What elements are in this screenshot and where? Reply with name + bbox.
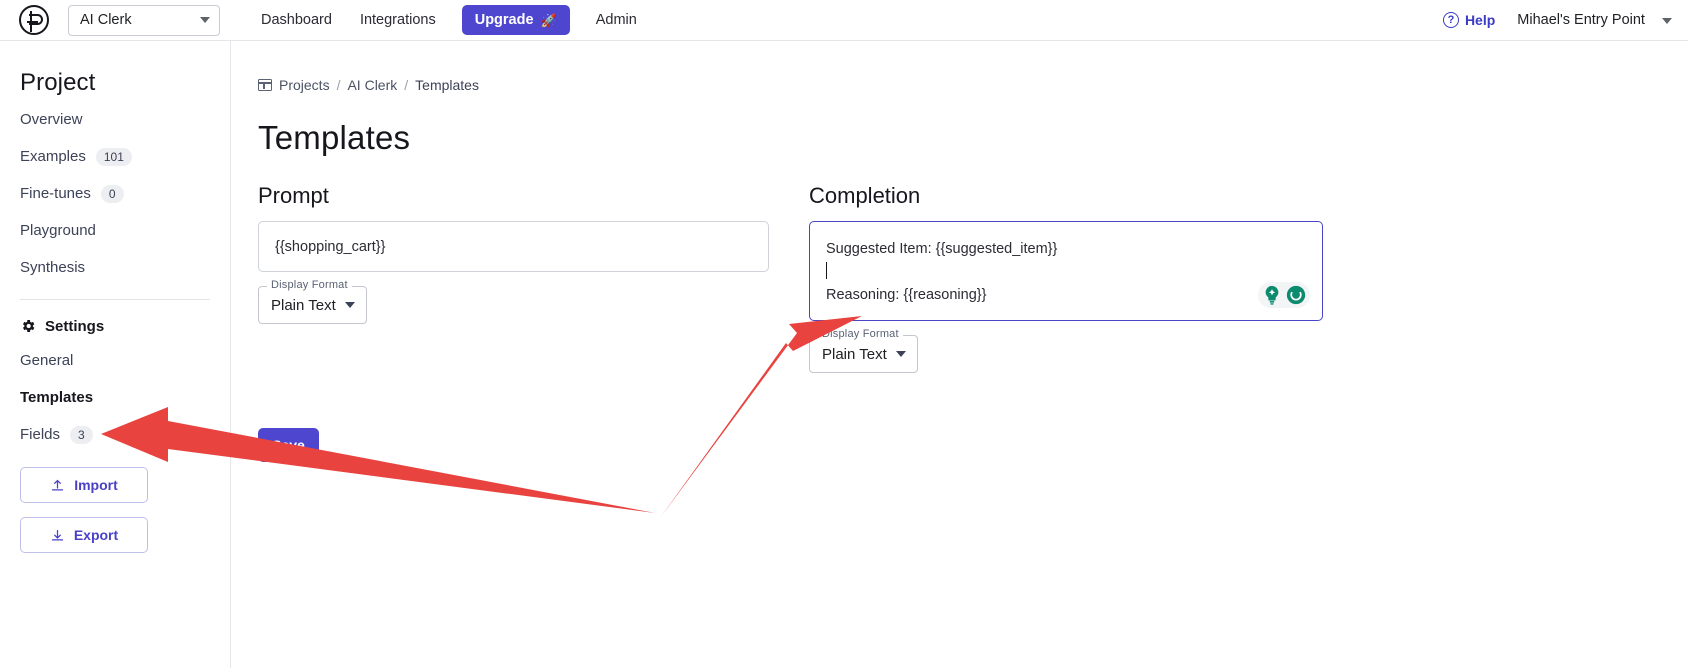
prompt-textarea[interactable]: {{shopping_cart}}	[258, 221, 769, 272]
download-icon	[51, 529, 63, 540]
sidebar-item-label: Examples	[20, 148, 86, 165]
nav-link-integrations[interactable]: Integrations	[346, 12, 450, 28]
completion-line-2	[826, 261, 1306, 284]
sidebar-item-label: General	[20, 352, 74, 369]
rocket-icon: 🚀	[540, 12, 557, 28]
sidebar-item-label: Overview	[20, 111, 83, 128]
prompt-display-format-select[interactable]: Plain Text	[258, 286, 367, 324]
completion-line-3: Reasoning: {{reasoning}}	[826, 287, 987, 303]
chevron-down-icon	[1662, 18, 1672, 24]
breadcrumb-separator: /	[404, 77, 409, 93]
sidebar-item-playground[interactable]: Playground	[20, 212, 210, 249]
sidebar-title: Project	[20, 69, 96, 96]
sidebar-item-badge: 0	[100, 184, 124, 203]
sidebar-item-label: Playground	[20, 222, 96, 239]
prompt-display-format-legend: Display Format	[267, 279, 352, 291]
sidebar-item-label: Fine-tunes	[20, 185, 91, 202]
prompt-heading: Prompt	[258, 183, 329, 208]
sidebar-item-badge: 101	[95, 147, 132, 166]
sidebar-item-fields[interactable]: Fields 3	[20, 416, 210, 453]
sidebar-item-overview[interactable]: Overview	[20, 101, 210, 138]
sidebar-item-label: Fields	[20, 426, 61, 443]
prompt-display-format: Display Format Plain Text	[258, 279, 367, 324]
completion-display-format-legend: Display Format	[818, 328, 903, 340]
nav-link-admin[interactable]: Admin	[582, 12, 651, 28]
help-button[interactable]: ? Help	[1442, 12, 1496, 28]
breadcrumb: Projects / AI Clerk / Templates	[231, 41, 1688, 93]
upgrade-button-label: Upgrade	[474, 12, 534, 28]
project-selector[interactable]: AI Clerk	[68, 4, 220, 36]
sidebar-item-general[interactable]: General	[20, 342, 210, 379]
nav-right-group: ? Help Mihael's Entry Point	[1442, 12, 1688, 28]
sidebar-divider	[20, 299, 210, 300]
completion-textarea[interactable]: Suggested Item: {{suggested_item}} Reaso…	[809, 221, 1323, 321]
grammarly-circle-icon[interactable]	[1285, 284, 1307, 306]
completion-column: Completion Suggested Item: {{suggested_i…	[809, 183, 1323, 373]
lightbulb-icon[interactable]	[1261, 284, 1283, 306]
app-logo[interactable]	[0, 5, 68, 35]
projects-icon	[258, 79, 272, 91]
export-button[interactable]: Export	[20, 517, 148, 553]
prompt-display-format-value: Plain Text	[271, 296, 336, 314]
chevron-down-icon	[344, 302, 355, 308]
project-selector-value: AI Clerk	[80, 12, 132, 28]
text-cursor	[826, 262, 827, 279]
main-content: Projects / AI Clerk / Templates Template…	[231, 41, 1688, 668]
completion-display-format-value: Plain Text	[822, 345, 887, 363]
writing-assistant-badge[interactable]	[1258, 282, 1310, 308]
account-label: Mihael's Entry Point	[1517, 12, 1645, 28]
sidebar-section-settings: Settings	[20, 310, 210, 342]
breadcrumb-item-projects[interactable]: Projects	[279, 77, 330, 93]
sidebar-item-badge: 3	[70, 425, 93, 444]
sidebar-item-synthesis[interactable]: Synthesis	[20, 249, 210, 286]
gear-icon	[23, 320, 35, 332]
completion-display-format: Display Format Plain Text	[809, 328, 918, 373]
prompt-column: Prompt {{shopping_cart}} Display Format …	[258, 183, 769, 373]
completion-heading: Completion	[809, 183, 921, 208]
top-navigation-bar: AI Clerk Dashboard Integrations Upgrade …	[0, 0, 1688, 41]
sidebar-item-label: Synthesis	[20, 259, 86, 276]
breadcrumb-item-templates: Templates	[415, 77, 479, 93]
chevron-down-icon	[200, 17, 210, 23]
import-button[interactable]: Import	[20, 467, 148, 503]
breadcrumb-item-ai-clerk[interactable]: AI Clerk	[347, 77, 397, 93]
chevron-down-icon	[895, 351, 906, 357]
prompt-value: {{shopping_cart}}	[275, 239, 386, 255]
upgrade-button[interactable]: Upgrade 🚀	[461, 5, 570, 35]
sidebar-item-examples[interactable]: Examples 101	[20, 138, 210, 175]
settings-heading-label: Settings	[45, 317, 105, 335]
completion-display-format-select[interactable]: Plain Text	[809, 335, 918, 373]
fp-logo-icon	[19, 5, 49, 35]
completion-line-1: Suggested Item: {{suggested_item}}	[826, 241, 1058, 257]
help-label: Help	[1464, 12, 1496, 28]
sidebar-item-label: Templates	[20, 389, 94, 406]
question-circle-icon: ?	[1442, 12, 1459, 28]
account-menu[interactable]: Mihael's Entry Point	[1517, 12, 1672, 28]
save-button[interactable]: Save	[258, 428, 319, 462]
page-title: Templates	[258, 119, 411, 156]
editor-columns: Prompt {{shopping_cart}} Display Format …	[231, 157, 1688, 373]
upload-icon	[52, 479, 64, 490]
nav-link-dashboard[interactable]: Dashboard	[247, 12, 346, 28]
primary-nav: Dashboard Integrations Upgrade 🚀 Admin	[247, 5, 651, 35]
breadcrumb-separator: /	[336, 77, 341, 93]
sidebar-item-templates[interactable]: Templates	[20, 379, 210, 416]
export-button-label: Export	[73, 527, 119, 543]
sidebar: Project Overview Examples 101 Fine-tunes…	[0, 41, 231, 668]
sidebar-item-fine-tunes[interactable]: Fine-tunes 0	[20, 175, 210, 212]
import-button-label: Import	[74, 477, 118, 493]
